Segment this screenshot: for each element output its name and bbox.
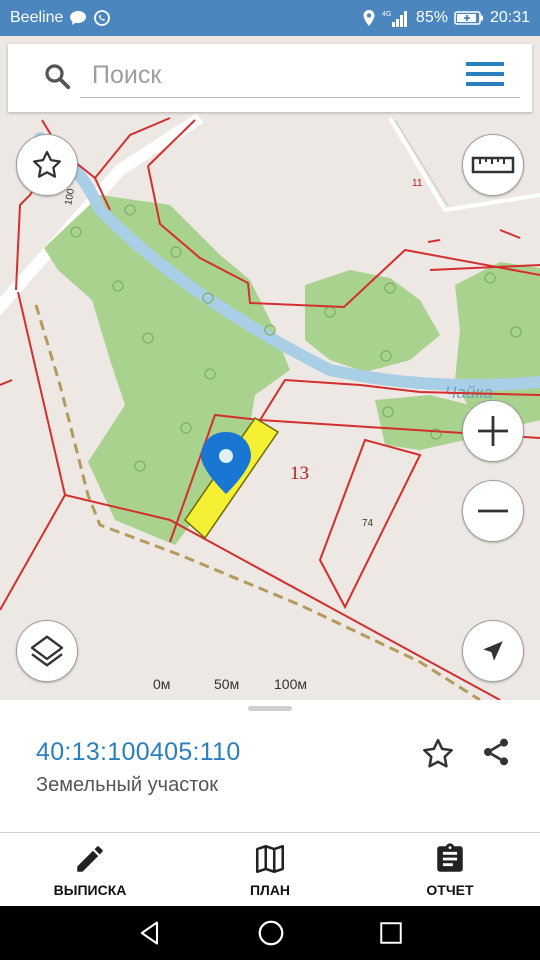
search-bar xyxy=(8,44,532,112)
parcel-number: 13 xyxy=(290,463,309,484)
zoom-in-icon xyxy=(478,416,508,446)
favorite-button[interactable] xyxy=(420,736,456,777)
back-icon[interactable] xyxy=(136,919,164,947)
scale-ruler xyxy=(148,676,318,700)
nav-report-label: ОТЧЕТ xyxy=(426,881,474,898)
object-type: Земельный участок xyxy=(36,774,219,796)
layers-button[interactable] xyxy=(16,620,78,682)
ruler-button[interactable] xyxy=(462,134,524,196)
my-location-icon xyxy=(483,641,503,661)
zoom-out-icon xyxy=(478,509,508,513)
nav-plan[interactable]: ПЛАН xyxy=(180,833,360,906)
scale-bar: 0м 50м 100м xyxy=(148,676,318,700)
my-location-button[interactable] xyxy=(462,620,524,682)
battery-icon xyxy=(454,10,484,26)
star-outline-icon xyxy=(423,738,453,768)
forest-area xyxy=(44,195,290,545)
cadastral-number: 40:13:100405:110 xyxy=(36,738,241,766)
search-icon[interactable] xyxy=(42,61,72,91)
label-100: 100 xyxy=(63,187,77,206)
system-nav-bar xyxy=(0,906,540,960)
map-icon xyxy=(255,844,285,873)
forest-area xyxy=(305,270,440,372)
nav-extract-label: ВЫПИСКА xyxy=(53,881,127,898)
share-button[interactable] xyxy=(480,736,512,773)
menu-icon[interactable] xyxy=(466,62,504,92)
object-info-sheet[interactable]: 40:13:100405:110 Земельный участок xyxy=(0,700,540,832)
app-screen: Beeline 4G 85% 20:31 Чайка 100 11 74 13 … xyxy=(0,0,540,960)
map-canvas: Чайка 100 11 74 13 xyxy=(0,112,540,700)
recents-icon[interactable] xyxy=(378,920,404,946)
label-74: 74 xyxy=(362,518,374,529)
favorites-button[interactable] xyxy=(16,134,78,196)
label-11: 11 xyxy=(412,178,423,189)
home-icon[interactable] xyxy=(256,918,286,948)
forest-area xyxy=(375,395,470,450)
signal-icon: 4G xyxy=(382,9,410,27)
battery-percent: 85% xyxy=(415,9,448,26)
whatsapp-icon xyxy=(93,9,111,27)
layers-icon xyxy=(30,635,64,667)
search-input[interactable] xyxy=(80,54,520,98)
location-icon xyxy=(362,9,376,27)
nav-plan-label: ПЛАН xyxy=(249,881,291,898)
nav-report[interactable]: ОТЧЕТ xyxy=(360,833,540,906)
nav-extract[interactable]: ВЫПИСКА xyxy=(0,833,180,906)
clipboard-icon xyxy=(437,842,463,872)
chat-icon xyxy=(69,10,87,26)
pencil-icon xyxy=(77,845,103,872)
zoom-in-button[interactable] xyxy=(462,400,524,462)
map-view[interactable]: Чайка 100 11 74 13 0м 50м 100м xyxy=(0,36,540,700)
ruler-icon xyxy=(471,156,515,174)
bottom-nav: ВЫПИСКА ПЛАН ОТЧЕТ xyxy=(0,832,540,906)
carrier-label: Beeline xyxy=(10,9,64,26)
favorite-star-icon xyxy=(32,150,62,178)
network-label: 4G xyxy=(382,11,391,18)
road-edge xyxy=(394,119,449,207)
status-bar: Beeline 4G 85% 20:31 xyxy=(0,0,540,36)
zoom-out-button[interactable] xyxy=(462,480,524,542)
share-icon xyxy=(484,738,508,766)
clock: 20:31 xyxy=(489,9,530,26)
sheet-drag-handle[interactable] xyxy=(248,706,292,711)
